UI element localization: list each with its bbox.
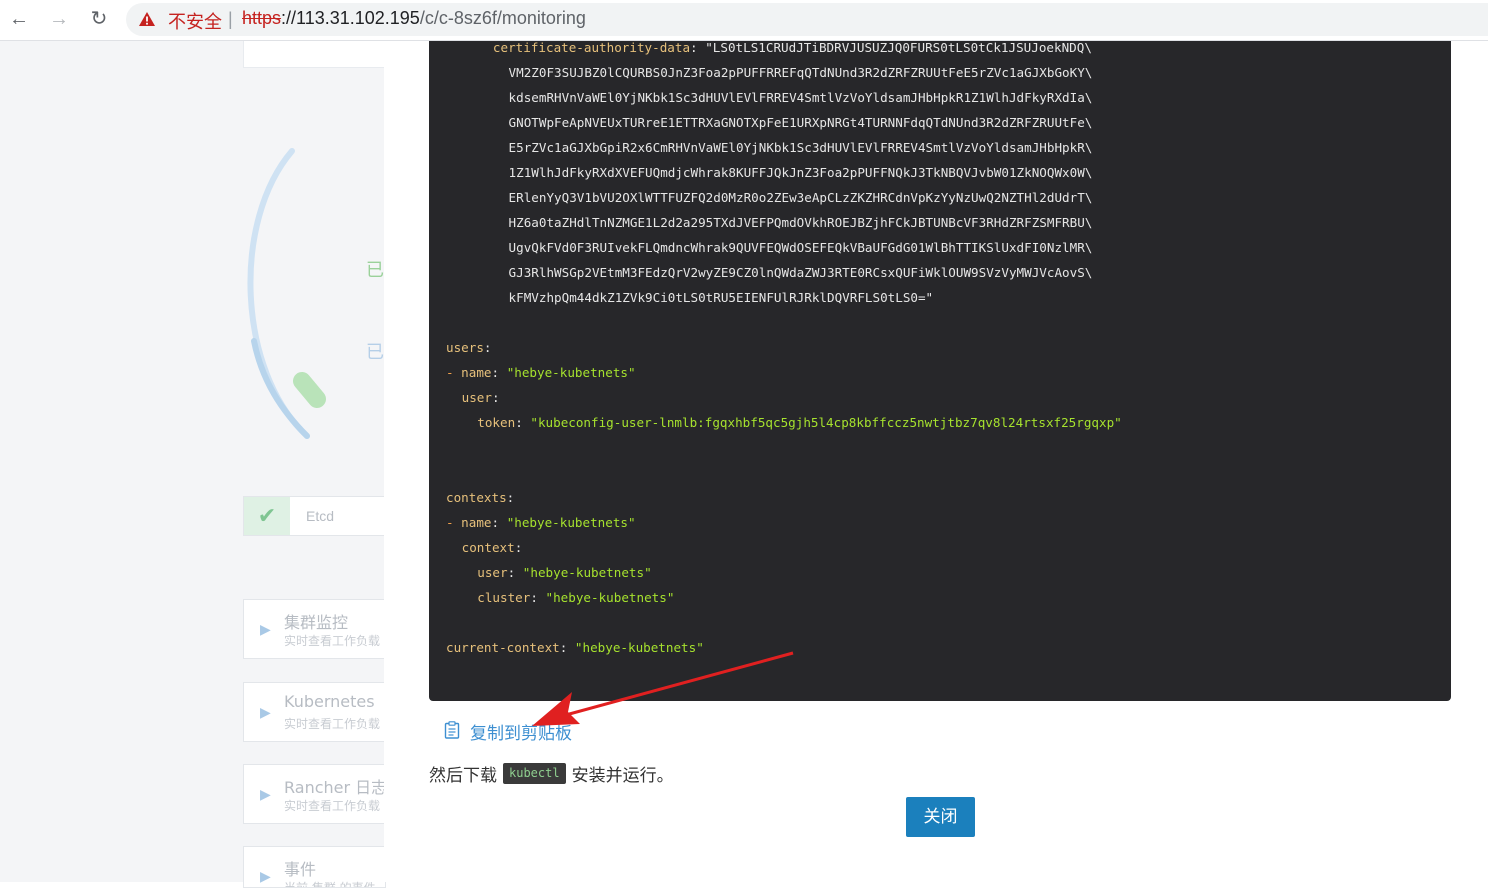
yaml-value: kdsemRHVnVaWEl0YjNKbk1Sc3dHUVlEVlFRREV4S… xyxy=(508,90,1093,105)
card-subtitle: 当前 集群 的事件 xyxy=(284,881,376,888)
back-arrow-icon[interactable]: ← xyxy=(6,6,32,32)
code-line: GJ3RlhWSGp2VEtmM3FEdzQrV2wyZE9CZ0lnQWdaZ… xyxy=(509,260,1093,285)
code-line: current-context: "hebye-kubetnets" xyxy=(446,640,704,655)
card-title: Rancher 日志 xyxy=(284,778,386,797)
card-title: 集群监控 xyxy=(284,613,349,632)
download-suffix: 安装并运行。 xyxy=(571,766,674,786)
code-line: - name: "hebye-kubetnets" xyxy=(446,515,636,530)
play-icon: ▶ xyxy=(260,868,271,884)
yaml-key: current-context xyxy=(446,640,560,655)
code-line: context: xyxy=(461,540,523,555)
card-subtitle: 实时查看工作负载 xyxy=(284,717,381,731)
yaml-key: certificate-authority-data xyxy=(492,41,691,55)
code-line: kdsemRHVnVaWEl0YjNKbk1Sc3dHUVlEVlFRREV4S… xyxy=(509,85,1093,110)
code-line: ERlenYyQ3V1bVU2OXlWTTFUZFQ2d0MzR0o2ZEw3e… xyxy=(509,185,1093,210)
card-title: Kubernetes xyxy=(284,692,375,711)
kubeconfig-dialog: certificate-authority-data: "LS0tLS1CRUd… xyxy=(384,41,1488,882)
yaml-key: cluster xyxy=(477,590,531,605)
yaml-key: user xyxy=(461,390,492,405)
yaml-key: users xyxy=(446,340,484,355)
yaml-value: "kubeconfig-user-lnmlb:fgqxhbf5qc5gjh5l4… xyxy=(530,415,1122,430)
card-title: 事件 xyxy=(284,860,317,879)
reload-icon[interactable]: ↻ xyxy=(86,6,112,32)
code-line: kFMVzhpQm44dkZ1ZVk9Ci0tLS0tRU5EIENFUlRJR… xyxy=(509,285,934,310)
card-subtitle: 实时查看工作负载 xyxy=(284,799,381,813)
yaml-value: ERlenYyQ3V1bVU2OXlWTTFUZFQ2d0MzR0o2ZEw3e… xyxy=(508,190,1093,205)
etcd-status: ✔ Etcd xyxy=(243,496,386,536)
download-prefix: 然后下载 xyxy=(429,766,497,786)
yaml-value: E5rZVc1aGJXbGpiR2x6CmRHVnVaWEl0YjNKbk1Sc… xyxy=(508,140,1093,155)
code-line: - name: "hebye-kubetnets" xyxy=(446,365,636,380)
kubernetes-card[interactable]: ▶ Kubernetes 实时查看工作负载 xyxy=(243,682,386,742)
yaml-key: contexts xyxy=(446,490,507,505)
clipboard-icon xyxy=(444,721,460,739)
yaml-key: context xyxy=(461,540,515,555)
url-host: ://113.31.102.195 xyxy=(281,8,420,28)
yaml-key: name xyxy=(461,365,492,380)
code-line: user: xyxy=(461,390,500,405)
play-icon: ▶ xyxy=(260,621,271,637)
code-line: contexts: xyxy=(446,490,515,505)
cluster-monitoring-card[interactable]: ▶ 集群监控 实时查看工作负载 xyxy=(243,599,386,659)
code-line: 1Z1WlhJdFkyRXdXVEFUQmdjcWhrak8KUFFJQkJnZ… xyxy=(509,160,1093,185)
warning-icon[interactable] xyxy=(138,11,156,27)
code-line: E5rZVc1aGJXbGpiR2x6CmRHVnVaWEl0YjNKbk1Sc… xyxy=(509,135,1093,160)
yaml-value: "hebye-kubetnets" xyxy=(545,590,675,605)
gauge-label-1: 已 xyxy=(366,260,384,281)
card-subtitle: 实时查看工作负载 xyxy=(284,634,381,648)
close-button[interactable]: 关闭 xyxy=(906,797,975,837)
yaml-value: "hebye-kubetnets" xyxy=(574,640,704,655)
code-line: HZ6a0taZHdlTnNZMGE1L2d2a295TXdJVEFPQmdOV… xyxy=(509,210,1093,235)
code-line: certificate-authority-data: "LS0tLS1CRUd… xyxy=(492,41,1092,55)
security-status-label[interactable]: 不安全 xyxy=(168,8,222,34)
code-line: GNOTWpFeApNVEUxTURreE1ETTRXaGNOTXpFeE1UR… xyxy=(509,110,1093,135)
yaml-key: name xyxy=(461,515,492,530)
yaml-value: kFMVzhpQm44dkZ1ZVk9Ci0tLS0tRU5EIENFUlRJR… xyxy=(508,290,934,305)
yaml-value: 1Z1WlhJdFkyRXdXVEFUQmdjcWhrak8KUFFJQkJnZ… xyxy=(508,165,1093,180)
yaml-value: "hebye-kubetnets" xyxy=(506,365,636,380)
yaml-value: UgvQkFVd0F3RUIvekFLQmdncWhrak9QUVFEQWdOS… xyxy=(508,240,1093,255)
code-line: users: xyxy=(446,340,492,355)
browser-toolbar: ← → ↻ 不安全 | https://113.31.102.195/c/c-8… xyxy=(0,0,1488,41)
forward-arrow-icon[interactable]: → xyxy=(46,6,72,32)
code-line: user: "hebye-kubetnets" xyxy=(477,565,652,580)
play-icon: ▶ xyxy=(260,704,271,720)
yaml-value: "hebye-kubetnets" xyxy=(506,515,636,530)
yaml-value: GJ3RlhWSGp2VEtmM3FEdzQrV2wyZE9CZ0lnQWdaZ… xyxy=(508,265,1093,280)
kubeconfig-code-block[interactable]: certificate-authority-data: "LS0tLS1CRUd… xyxy=(429,41,1451,701)
yaml-value: "LS0tLS1CRUdJTiBDRVJUSUZJQ0FURS0tLS0tCk1… xyxy=(705,41,1092,55)
etcd-label: Etcd xyxy=(306,508,335,524)
code-line: token: "kubeconfig-user-lnmlb:fgqxhbf5qc… xyxy=(477,415,1122,430)
download-instructions: 然后下载 kubectl 安装并运行。 xyxy=(429,761,674,787)
yaml-value: VM2Z0F3SUJBZ0lCQURBS0JnZ3Foa2pPUFFRREFqQ… xyxy=(508,65,1093,80)
yaml-value: GNOTWpFeApNVEUxTURreE1ETTRXaGNOTXpFeE1UR… xyxy=(508,115,1093,130)
url-separator: | xyxy=(228,9,233,29)
yaml-value: "hebye-kubetnets" xyxy=(522,565,652,580)
check-icon: ✔ xyxy=(244,497,290,535)
rancher-logs-card[interactable]: ▶ Rancher 日志 实时查看工作负载 xyxy=(243,764,386,824)
code-line: VM2Z0F3SUJBZ0lCQURBS0JnZ3Foa2pPUFFRREFqQ… xyxy=(509,60,1093,85)
yaml-value: HZ6a0taZHdlTnNZMGE1L2d2a295TXdJVEFPQmdOV… xyxy=(508,215,1093,230)
code-line: cluster: "hebye-kubetnets" xyxy=(477,590,675,605)
gauge-label-2: 已 xyxy=(366,342,384,363)
url-text[interactable]: https://113.31.102.195/c/c-8sz6f/monitor… xyxy=(242,8,586,29)
code-line: UgvQkFVd0F3RUIvekFLQmdncWhrak9QUVFEQWdOS… xyxy=(509,235,1093,260)
yaml-key: user xyxy=(477,565,508,580)
yaml-key: token xyxy=(477,415,516,430)
url-path: /c/c-8sz6f/monitoring xyxy=(419,8,586,28)
url-scheme: https xyxy=(242,8,282,28)
kubectl-code-tag: kubectl xyxy=(503,763,566,784)
copy-to-clipboard-label: 复制到剪贴板 xyxy=(470,724,572,744)
background-top-card xyxy=(243,41,386,68)
play-icon: ▶ xyxy=(260,786,271,802)
